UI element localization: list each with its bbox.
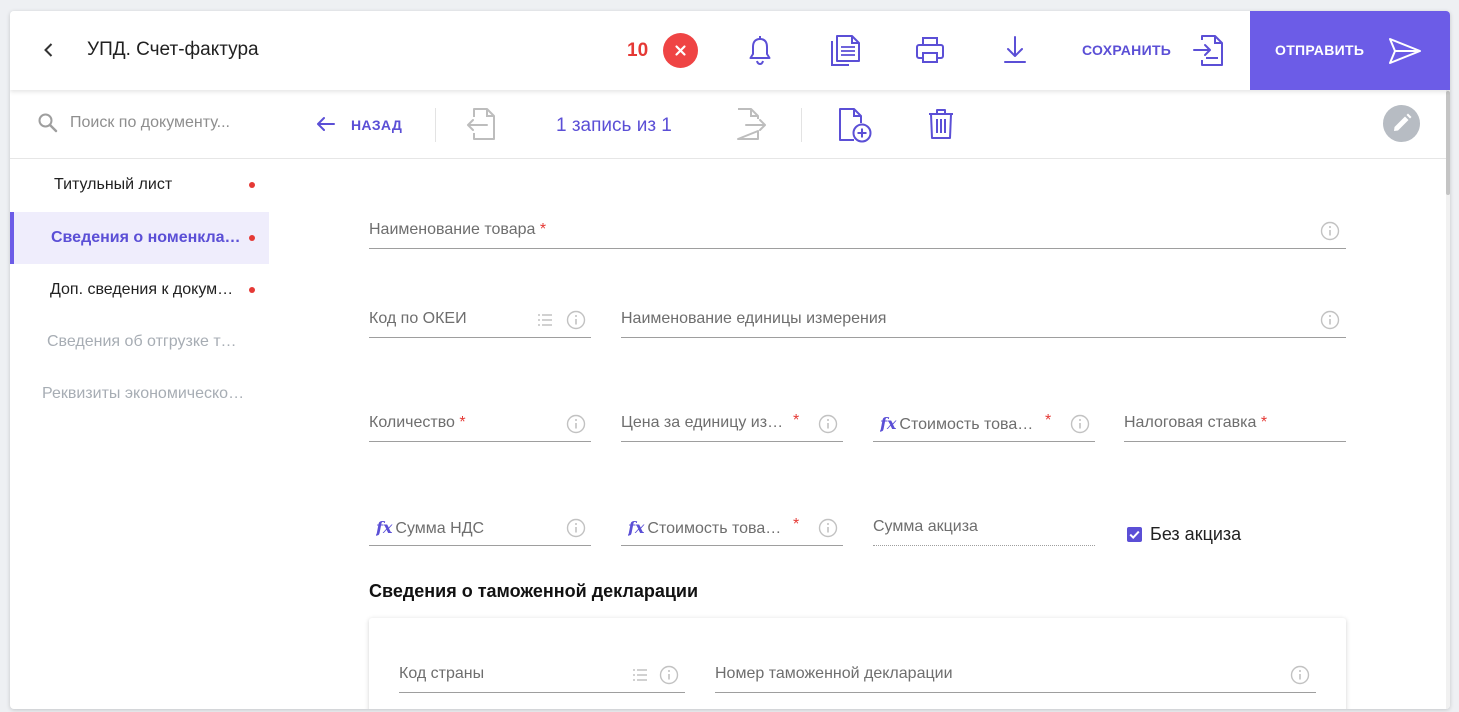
no-excise-checkbox[interactable] [1127,527,1142,542]
sidebar-item-label: Доп. сведения к документу [50,281,240,298]
send-icon [1389,38,1421,64]
divider [801,108,802,142]
field-label: Код страны [399,665,485,682]
info-icon[interactable] [566,310,586,330]
field-label: Сумма акциза [873,518,978,535]
scrollbar-thumb[interactable] [1446,91,1450,195]
product-name-field[interactable]: Наименование товара * [369,212,1346,249]
download-icon[interactable] [997,31,1033,69]
list-icon[interactable] [632,668,648,682]
customs-declaration-card: Код страны Номер таможенной декларации [369,618,1346,709]
errors-button[interactable] [663,33,698,68]
error-indicator [249,182,255,188]
excise-amount-field[interactable]: Сумма акциза [873,509,1095,546]
previous-record-icon[interactable] [465,106,499,142]
formula-icon: fx [880,414,897,433]
required-mark: * [793,412,800,429]
field-label: Наименование товара * [369,221,547,238]
formula-icon: fx [376,518,393,537]
sidebar-item-title-page[interactable]: Титульный лист [10,159,269,211]
info-icon[interactable] [1070,414,1090,434]
field-label: Код по ОКЕИ [369,310,467,327]
document-window: УПД. Счет-фактура 10 СОХРАНИТЬ ОТПРАВИТЬ… [10,11,1450,709]
toolbar: НАЗАД 1 запись из 1 [10,90,1446,159]
error-indicator [249,287,255,293]
print-icon[interactable] [912,31,948,69]
send-button[interactable]: ОТПРАВИТЬ [1250,11,1450,90]
copy-documents-icon[interactable] [827,31,863,69]
field-label: fxСтоимость товаров с налогом [628,518,785,537]
tax-rate-field[interactable]: Налоговая ставка * [1124,405,1346,442]
sidebar-item-label: Реквизиты экономического субъекта [42,385,248,402]
cost-without-tax-field[interactable]: fxСтоимость товаров без налога * [873,405,1095,442]
quantity-field[interactable]: Количество * [369,405,591,442]
customs-section-title: Сведения о таможенной декларации [369,581,699,601]
header: УПД. Счет-фактура 10 СОХРАНИТЬ ОТПРАВИТЬ [10,11,1450,90]
unit-price-field[interactable]: Цена за единицу измерения * [621,405,843,442]
arrow-left-icon[interactable] [315,114,337,134]
field-label: Наименование единицы измерения [621,310,887,327]
search-icon [38,113,58,133]
declaration-number-field[interactable]: Номер таможенной декларации [715,656,1316,693]
sidebar-item-economic-entity[interactable]: Реквизиты экономического субъекта [10,368,269,420]
search-input[interactable] [70,112,255,134]
field-label: Количество * [369,414,466,431]
document-title: УПД. Счет-фактура [87,39,259,60]
info-icon[interactable] [566,518,586,538]
cost-with-tax-field[interactable]: fxСтоимость товаров с налогом * [621,509,843,546]
bell-icon[interactable] [742,31,778,69]
scrollbar[interactable] [1446,90,1450,709]
field-label: fxСтоимость товаров без налога [880,414,1037,433]
info-icon[interactable] [659,665,679,685]
save-import-icon[interactable] [1190,31,1226,69]
list-icon[interactable] [537,313,553,327]
record-counter: 1 запись из 1 [556,115,672,136]
next-record-icon[interactable] [733,106,769,142]
unit-name-field[interactable]: Наименование единицы измерения [621,301,1346,338]
sidebar-item-label: Титульный лист [54,176,173,193]
sidebar: Титульный лист Сведения о номенклатуре Д… [10,159,270,709]
back-button[interactable]: НАЗАД [351,117,402,133]
chevron-left-icon[interactable] [38,39,60,61]
vat-amount-field[interactable]: fx Сумма НДС [369,509,591,546]
error-count: 10 [627,40,649,61]
save-button[interactable]: СОХРАНИТЬ [1082,42,1171,58]
field-label: fx Сумма НДС [376,518,485,537]
send-button-label: ОТПРАВИТЬ [1275,42,1365,58]
required-mark: * [793,516,800,533]
info-icon[interactable] [1320,221,1340,241]
check-icon [1129,530,1140,540]
info-icon[interactable] [566,414,586,434]
sidebar-item-shipment-info[interactable]: Сведения об отгрузке товаров [10,316,269,368]
info-icon[interactable] [818,414,838,434]
info-icon[interactable] [818,518,838,538]
field-label: Номер таможенной декларации [715,665,953,682]
country-code-field[interactable]: Код страны [399,656,685,693]
sidebar-item-additional-info[interactable]: Доп. сведения к документу [10,264,269,316]
info-icon[interactable] [1320,310,1340,330]
sidebar-item-label: Сведения об отгрузке товаров [47,333,245,350]
pencil-icon [1394,113,1412,131]
formula-icon: fx [628,518,645,537]
sidebar-item-nomenclature[interactable]: Сведения о номенклатуре [10,212,269,264]
trash-icon[interactable] [924,106,958,142]
info-icon[interactable] [1290,665,1310,685]
no-excise-label: Без акциза [1150,524,1242,544]
sidebar-item-label: Сведения о номенклатуре [51,229,245,246]
divider [435,108,436,142]
required-mark: * [1045,412,1052,429]
field-label: Цена за единицу измерения [621,414,785,431]
add-document-icon[interactable] [836,106,874,144]
field-label: Налоговая ставка * [1124,414,1268,431]
edit-button[interactable] [1383,105,1420,142]
error-indicator [249,235,255,241]
close-icon [675,45,686,56]
okei-code-field[interactable]: Код по ОКЕИ [369,301,591,338]
